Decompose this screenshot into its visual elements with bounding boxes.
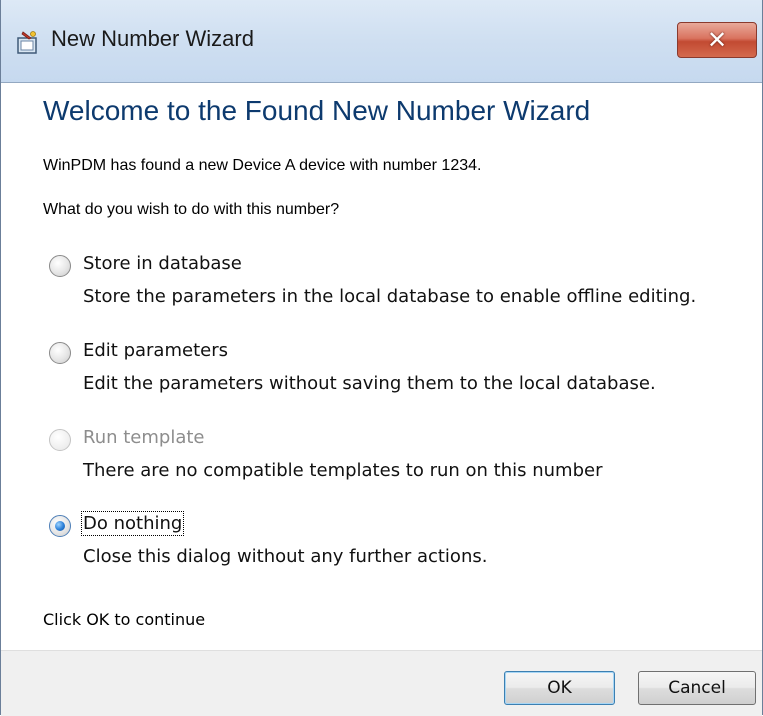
title-bar[interactable]: New Number Wizard ✕	[1, 0, 762, 83]
store-in-database-radio[interactable]	[49, 255, 71, 277]
run-template-label: Run template	[83, 427, 205, 448]
run-template-radio	[49, 429, 71, 451]
edit-parameters-label[interactable]: Edit parameters	[83, 340, 228, 361]
close-button[interactable]: ✕	[677, 22, 757, 58]
edit-parameters-radio[interactable]	[49, 342, 71, 364]
do-nothing-label[interactable]: Do nothing	[80, 511, 185, 536]
close-icon: ✕	[706, 26, 728, 54]
run-template-description: There are no compatible templates to run…	[83, 460, 603, 481]
cancel-button[interactable]: Cancel	[638, 671, 756, 705]
continue-hint: Click OK to continue	[43, 610, 206, 629]
ok-button[interactable]: OK	[504, 671, 615, 705]
store-in-database-description: Store the parameters in the local databa…	[83, 286, 697, 307]
button-bar: OK Cancel	[1, 650, 762, 716]
do-nothing-description: Close this dialog without any further ac…	[83, 546, 488, 567]
window-title: New Number Wizard	[51, 26, 254, 51]
wizard-app-icon	[17, 31, 37, 54]
page-title: Welcome to the Found New Number Wizard	[43, 95, 591, 126]
intro-text: WinPDM has found a new Device A device w…	[43, 157, 482, 174]
question-text: What do you wish to do with this number?	[43, 201, 340, 218]
edit-parameters-description: Edit the parameters without saving them …	[83, 373, 656, 394]
store-in-database-label[interactable]: Store in database	[83, 253, 242, 274]
wizard-dialog: New Number Wizard ✕ Welcome to the Found…	[0, 0, 763, 716]
do-nothing-radio[interactable]	[49, 515, 71, 537]
